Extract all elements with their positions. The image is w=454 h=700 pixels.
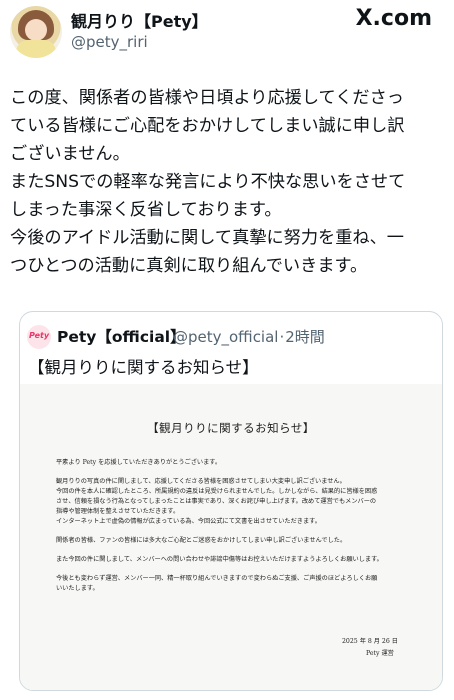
quoted-tweet-text: 【観月りりに関するお知らせ】 [28,358,259,377]
display-name[interactable]: 観月りり【Pety】 [71,8,208,32]
notice-line: 今回の件を本人に確認したところ、所属規約の違反は見受けられませんでした。しかしな… [56,488,378,495]
tweet-line: 今後のアイドル活動に関して真摯に努力を重ね、一 [10,228,404,248]
tweet-line: ている皆様にご心配をおかけしてしまい誠に申し訳 [10,116,405,136]
notice-line: 今後とも変わらず運営、メンバー一同、精一杯取り組んでいきますので変わらぬご支援、… [56,575,378,582]
quoted-tweet-card[interactable]: Pety Pety【official】 @pety_official·2時間 【… [19,311,443,691]
notice-body: 平素より Pety を応援していただきありがとうございます。 観月りりの写真の件… [56,458,416,603]
notice-line: インターネット上で虚偽の情報が広まっている為、今回公式にて文書を出させていただき… [56,518,321,525]
notice-line: 関係者の皆様、ファンの皆様には多大なご心配とご迷惑をおかけしてしまい申し訳ござい… [56,537,347,544]
notice-date: 2025 年 8 月 26 日 [342,638,398,645]
avatar-dress [16,40,56,58]
tweet-text: この度、関係者の皆様や日頃より応援してくださっ ている皆様にご心配をおかけしてし… [10,84,446,280]
notice-paragraph: 平素より Pety を応援していただきありがとうございます。 [56,458,416,468]
tweet-line: しまった事深く反省しております。 [10,200,282,220]
tweet-line: つひとつの活動に真剣に取り組んでいきます。 [10,256,368,276]
x-com-logo: X.com [355,6,432,31]
user-handle[interactable]: @pety_riri [71,33,148,51]
notice-title: 【観月りりに関するお知らせ】 [147,421,315,435]
notice-line: 指導や管理体制を整えさせていただきます。 [56,508,180,515]
separator-dot: · [279,328,285,346]
quoted-handle-line: @pety_official·2時間 [173,326,325,347]
notice-line: いいたします。 [56,585,99,592]
pety-logo-text: Pety [28,331,50,340]
attached-notice-image[interactable]: 【観月りりに関するお知らせ】 平素より Pety を応援していただきありがとうご… [20,384,442,690]
notice-paragraph: 観月りりの写真の件に関しまして、応援してくださる皆様を困惑させてしまい大変申し訳… [56,477,416,527]
user-avatar-icon[interactable] [10,6,62,58]
notice-paragraph: 今後とも変わらず運営、メンバー一同、精一杯取り組んでいきますので変わらぬご支援、… [56,574,416,594]
quoted-timestamp[interactable]: 2時間 [285,328,325,346]
avatar-face [25,19,47,41]
tweet-header: 観月りり【Pety】 @pety_riri X.com [0,0,454,64]
tweet-line: この度、関係者の皆様や日頃より応援してくださっ [10,88,404,108]
notice-line: させ、信頼を損なう行為となってしまったことは事実であり、深くお詫び申し上げます。… [56,498,377,505]
notice-signature: Pety 運営 [366,650,394,657]
notice-line: 観月りりの写真の件に関しまして、応援してくださる皆様を困惑させてしまい大変申し訳… [56,478,346,485]
notice-paragraph: また今回の件に関しまして、メンバーへの問い合わせや誹謗中傷等はお控えいただけます… [56,555,416,565]
notice-paragraph: 関係者の皆様、ファンの皆様には多大なご心配とご迷惑をおかけしてしまい申し訳ござい… [56,536,416,546]
tweet-line: またSNSでの軽率な発言により不快な思いをさせて [10,172,406,192]
quoted-display-name[interactable]: Pety【official】 [57,325,186,347]
tweet-line: ございません。 [10,144,130,164]
quoted-handle[interactable]: @pety_official [173,328,278,346]
pety-logo-icon[interactable]: Pety [27,325,51,349]
notice-line: また今回の件に関しまして、メンバーへの問い合わせや誹謗中傷等はお控えいただけます… [56,556,383,563]
notice-line: 平素より Pety を応援していただきありがとうございます。 [56,459,222,466]
